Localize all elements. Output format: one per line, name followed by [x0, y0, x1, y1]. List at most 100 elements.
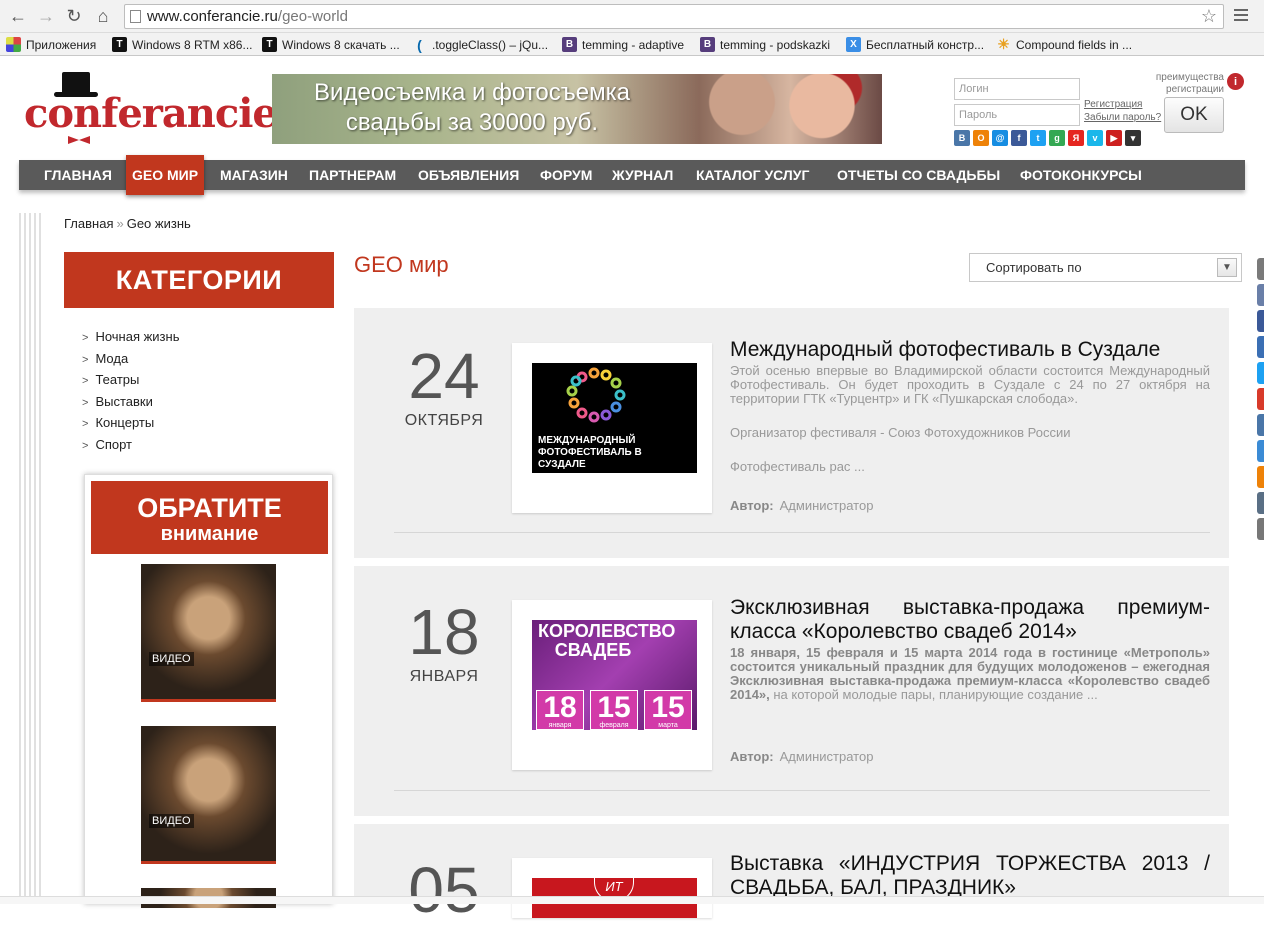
category-exhibitions[interactable]: > Выставки	[82, 391, 179, 413]
main-nav: ГЛАВНАЯ GEO МИР МАГАЗИН ПАРТНЕРАМ ОБЪЯВЛ…	[19, 155, 1245, 195]
url-host: www.conferancie.ru	[147, 8, 278, 25]
article-card: 05 ИТ Выставка «ИНДУСТРИЯ ТОРЖЕСТВА 2013…	[354, 824, 1229, 922]
address-bar[interactable]: www.conferancie.ru/geo-world ☆	[124, 4, 1224, 29]
bookmark-item[interactable]: X Бесплатный констр...	[846, 36, 984, 53]
vimeo-icon[interactable]: v	[1087, 130, 1103, 146]
bookmark-label: Windows 8 скачать ...	[282, 37, 400, 52]
advantages-text[interactable]: преимущества регистрации	[1140, 72, 1224, 96]
article-thumbnail[interactable]: КОРОЛЕВСТВО СВАДЕБ 18 15 15 января февра…	[512, 600, 712, 770]
nav-ads[interactable]: ОБЪЯВЛЕНИЯ	[418, 160, 519, 190]
chevron-right-icon: >	[82, 396, 89, 409]
nav-shop[interactable]: МАГАЗИН	[220, 160, 288, 190]
reload-icon[interactable]: ↻	[62, 4, 86, 28]
article-thumbnail[interactable]: МЕЖДУНАРОДНЫЙ ФОТОФЕСТИВАЛЬ В СУЗДАЛЕ	[512, 343, 712, 513]
nav-wedding-reports[interactable]: ОТЧЕТЫ СО СВАДЬБЫ	[837, 160, 1000, 190]
nav-home[interactable]: ГЛАВНАЯ	[44, 160, 112, 190]
bow-tie-icon	[68, 136, 90, 144]
category-nightlife[interactable]: > Ночная жизнь	[82, 326, 179, 348]
sort-select[interactable]: Сортировать по ▼	[969, 253, 1242, 282]
bookmark-item[interactable]: T Windows 8 RTM x86...	[112, 36, 252, 53]
horizontal-scrollbar[interactable]	[0, 896, 1264, 904]
bookmark-label: temming - podskazki	[720, 37, 831, 52]
category-concerts[interactable]: > Концерты	[82, 412, 179, 434]
more-icon[interactable]: ▾	[1125, 130, 1141, 146]
share-tab-icon[interactable]	[1257, 258, 1264, 280]
video-thumbnail[interactable]: ВИДЕО	[141, 564, 276, 702]
video-label: ВИДЕО	[149, 652, 194, 666]
article-date-day: 05	[408, 854, 480, 926]
home-icon[interactable]: ⌂	[91, 4, 115, 28]
nav-journal[interactable]: ЖУРНАЛ	[612, 160, 673, 190]
bookmark-item[interactable]: T Windows 8 скачать ...	[262, 36, 400, 53]
chevron-right-icon: >	[82, 418, 89, 431]
article-date-day: 24	[408, 340, 480, 412]
share-tab-icon[interactable]	[1257, 518, 1264, 540]
bookmark-item[interactable]: ( .toggleClass() – jQu...	[412, 36, 548, 53]
mailru-icon[interactable]: @	[992, 130, 1008, 146]
chevron-down-icon[interactable]: ▼	[1217, 258, 1237, 277]
category-label: Выставки	[95, 393, 153, 409]
auth-links: Регистрация Забыли пароль?	[1084, 98, 1161, 124]
apps-grid-icon	[6, 37, 21, 52]
password-field[interactable]: Пароль	[954, 104, 1080, 126]
bookmark-item[interactable]: B temming - adaptive	[562, 36, 684, 53]
share-tab-icon[interactable]	[1257, 284, 1264, 306]
video-thumbnail[interactable]: ВИДЕО	[141, 726, 276, 864]
share-tab-icon[interactable]	[1257, 414, 1264, 436]
forgot-password-link[interactable]: Забыли пароль?	[1084, 111, 1161, 124]
article-title[interactable]: Эксклюзивная выставка-продажа премиум-кл…	[730, 596, 1210, 644]
google-icon[interactable]: g	[1049, 130, 1065, 146]
nav-photo-contests[interactable]: ФОТОКОНКУРСЫ	[1020, 160, 1142, 190]
bookmark-label: Приложения	[26, 37, 97, 52]
category-sport[interactable]: > Спорт	[82, 434, 179, 456]
author-name[interactable]: Администратор	[780, 498, 874, 513]
share-tab-icon[interactable]	[1257, 362, 1264, 384]
back-icon[interactable]: ←	[6, 4, 30, 28]
facebook-icon[interactable]: f	[1011, 130, 1027, 146]
nav-partners[interactable]: ПАРТНЕРАМ	[309, 160, 396, 190]
decorative-stripes	[19, 213, 43, 904]
share-tab-icon[interactable]	[1257, 440, 1264, 462]
bookmark-star-icon[interactable]: ☆	[1201, 5, 1217, 28]
register-link[interactable]: Регистрация	[1084, 98, 1161, 111]
share-tab-icon[interactable]	[1257, 466, 1264, 488]
bookmark-apps[interactable]: Приложения	[6, 36, 96, 53]
share-tab-icon[interactable]	[1257, 492, 1264, 514]
forward-icon[interactable]: →	[34, 4, 58, 28]
bootstrap-icon: B	[562, 37, 577, 52]
jquery-icon: (	[417, 36, 422, 53]
breadcrumb-home[interactable]: Главная	[64, 216, 113, 231]
browser-menu-icon[interactable]	[1230, 6, 1252, 26]
category-label: Концерты	[95, 415, 155, 431]
nav-catalog[interactable]: КАТАЛОГ УСЛУГ	[696, 160, 809, 190]
nav-forum[interactable]: ФОРУМ	[540, 160, 592, 190]
twitter-icon[interactable]: t	[1030, 130, 1046, 146]
category-fashion[interactable]: > Мода	[82, 348, 179, 370]
bookmark-item[interactable]: B temming - podskazki	[700, 36, 830, 53]
attention-line1: ОБРАТИТЕ	[137, 493, 282, 523]
categories-title: КАТЕГОРИИ	[64, 252, 334, 308]
bookmark-item[interactable]: ☀ Compound fields in ...	[996, 36, 1132, 53]
ad-banner[interactable]: Видеосъемка и фотосъемка свадьбы за 3000…	[272, 74, 882, 144]
info-icon[interactable]: i	[1227, 73, 1244, 90]
site-logo[interactable]: conferancie	[24, 72, 278, 144]
share-tab-icon[interactable]	[1257, 336, 1264, 358]
share-tab-icon[interactable]	[1257, 310, 1264, 332]
category-theatres[interactable]: > Театры	[82, 369, 179, 391]
share-tab-icon[interactable]	[1257, 388, 1264, 410]
article-image: МЕЖДУНАРОДНЫЙ ФОТОФЕСТИВАЛЬ В СУЗДАЛЕ	[532, 363, 697, 473]
login-ok-button[interactable]: OK	[1164, 97, 1224, 133]
author-name[interactable]: Администратор	[780, 749, 874, 764]
nav-geo-world[interactable]: GEO МИР	[126, 155, 205, 195]
youtube-icon[interactable]: ▶	[1106, 130, 1122, 146]
vk-icon[interactable]: В	[954, 130, 970, 146]
article-title[interactable]: Международный фотофестиваль в Суздале	[730, 338, 1210, 362]
yandex-icon[interactable]: Я	[1068, 130, 1084, 146]
banner-text: Видеосъемка и фотосъемка свадьбы за 3000…	[314, 79, 630, 136]
odnoklassniki-icon[interactable]: О	[973, 130, 989, 146]
login-field[interactable]: Логин	[954, 78, 1080, 100]
article-title[interactable]: Выставка «ИНДУСТРИЯ ТОРЖЕСТВА 2013 / СВА…	[730, 852, 1210, 900]
bookmarks-bar: Приложения T Windows 8 RTM x86... T Wind…	[0, 33, 1264, 56]
article-thumbnail[interactable]: ИТ	[512, 858, 712, 918]
url-path: /geo-world	[277, 8, 348, 25]
